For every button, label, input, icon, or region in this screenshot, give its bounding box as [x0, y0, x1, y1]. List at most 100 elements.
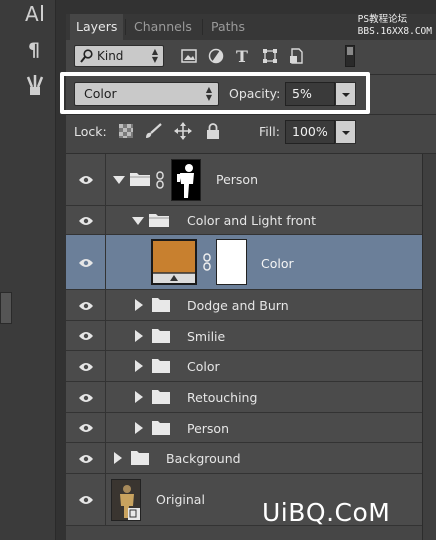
expand-arrow-icon[interactable]	[135, 299, 143, 311]
paragraph-icon[interactable]: ¶	[22, 36, 48, 62]
mask-thumbnail[interactable]	[216, 239, 247, 285]
folder-icon	[148, 212, 170, 232]
eye-icon	[78, 296, 94, 315]
fill-input[interactable]: 100%	[285, 120, 335, 144]
layers-panel: Layers Channels Paths PS教程论坛 BBS.16XX8.C…	[60, 14, 436, 540]
expand-arrow-icon[interactable]	[135, 422, 143, 434]
layer-name: Dodge and Burn	[187, 298, 289, 313]
visibility-toggle[interactable]	[66, 443, 106, 473]
svg-text:¶: ¶	[28, 39, 40, 61]
visibility-toggle[interactable]	[66, 235, 106, 289]
visibility-toggle[interactable]	[66, 351, 106, 381]
layer-row[interactable]: Person	[66, 154, 422, 206]
tab-layers[interactable]: Layers	[70, 14, 124, 40]
eye-icon	[78, 449, 94, 468]
panel-tab-bar: Layers Channels Paths PS教程论坛 BBS.16XX8.C…	[66, 14, 436, 40]
fill-label: Fill:	[259, 124, 280, 139]
layer-name: Color	[261, 256, 294, 271]
fill-dropdown-button[interactable]	[335, 120, 356, 144]
watermark-line-2: BBS.16XX8.COM	[357, 26, 432, 37]
lock-position-icon[interactable]	[174, 122, 192, 140]
filter-kind-select[interactable]: Kind ▲ ▼	[74, 45, 164, 67]
folder-icon	[151, 389, 171, 409]
folder-icon	[151, 328, 171, 348]
tab-channels[interactable]: Channels	[128, 14, 198, 40]
expand-arrow-icon[interactable]	[135, 391, 143, 403]
visibility-toggle[interactable]	[66, 474, 106, 525]
lock-transparent-icon[interactable]	[117, 122, 135, 140]
eye-icon	[78, 418, 94, 437]
visibility-toggle[interactable]	[66, 321, 106, 350]
lock-label: Lock:	[74, 124, 107, 139]
brush-presets-icon[interactable]	[22, 72, 48, 98]
highlight-frame	[60, 72, 370, 114]
eye-icon	[78, 253, 94, 272]
chain-link-icon[interactable]	[156, 171, 164, 193]
layer-name: Person	[216, 172, 259, 187]
expand-arrow-icon[interactable]	[135, 360, 143, 372]
photo-thumbnail[interactable]	[111, 479, 141, 521]
visibility-toggle[interactable]	[66, 290, 106, 320]
type-tool-icon[interactable]: A	[22, 0, 48, 26]
smart-object-filter-icon[interactable]	[288, 47, 306, 65]
eye-icon	[78, 170, 94, 189]
svg-text:A: A	[25, 2, 39, 25]
layer-name: Background	[166, 451, 241, 466]
mask-thumbnail[interactable]	[171, 159, 201, 201]
expand-arrow-icon[interactable]	[132, 217, 144, 225]
image-filter-icon[interactable]	[180, 47, 198, 65]
filter-toggle-switch[interactable]	[345, 45, 355, 67]
layer-row[interactable]: Color	[66, 351, 422, 382]
svg-text:T: T	[236, 48, 248, 64]
folder-icon	[151, 297, 171, 317]
lock-all-icon[interactable]	[204, 122, 222, 140]
tool-strip-scrollbar[interactable]	[0, 292, 12, 324]
search-icon	[80, 49, 93, 69]
type-filter-icon[interactable]: T	[234, 47, 252, 65]
tab-divider	[125, 19, 126, 35]
expand-arrow-icon[interactable]	[114, 452, 122, 464]
filter-kind-label: Kind	[97, 49, 124, 63]
tab-paths[interactable]: Paths	[205, 14, 251, 40]
watermark-line-1: PS教程论坛	[357, 14, 408, 25]
lock-image-icon[interactable]	[144, 122, 162, 140]
chain-link-icon[interactable]	[203, 253, 211, 275]
layer-name: Original	[156, 492, 205, 507]
visibility-toggle[interactable]	[66, 206, 106, 234]
eye-icon	[78, 388, 94, 407]
layer-name: Retouching	[187, 390, 258, 405]
chevron-down-icon	[342, 131, 350, 135]
layer-row[interactable]: Background	[66, 443, 422, 474]
layer-row[interactable]: Smilie	[66, 321, 422, 351]
folder-icon	[151, 420, 171, 440]
watermark: PS教程论坛 BBS.16XX8.COM	[358, 14, 432, 38]
visibility-toggle[interactable]	[66, 413, 106, 442]
tab-divider	[202, 19, 203, 35]
expand-arrow-icon[interactable]	[135, 330, 143, 342]
eye-icon	[78, 326, 94, 345]
layer-name: Color	[187, 359, 220, 374]
folder-icon	[129, 171, 151, 191]
divider	[66, 114, 436, 115]
layer-name: Smilie	[187, 329, 226, 344]
folder-icon	[130, 450, 150, 470]
visibility-toggle[interactable]	[66, 154, 106, 205]
adjustment-filter-icon[interactable]	[207, 47, 225, 65]
visibility-toggle[interactable]	[66, 382, 106, 412]
updown-icon: ▲ ▼	[151, 47, 158, 64]
shape-filter-icon[interactable]	[261, 47, 279, 65]
layer-row[interactable]: Retouching	[66, 382, 422, 413]
layer-row[interactable]: Color and Light front	[66, 206, 422, 235]
layer-row[interactable]: Dodge and Burn	[66, 290, 422, 321]
layer-name: Color and Light front	[187, 213, 317, 228]
folder-icon	[151, 358, 171, 378]
layer-row[interactable]: Person	[66, 413, 422, 443]
eye-icon	[78, 490, 94, 509]
layer-name: Person	[187, 421, 230, 436]
fill-thumbnail[interactable]	[151, 239, 197, 285]
eye-icon	[78, 211, 94, 230]
expand-arrow-icon[interactable]	[113, 176, 125, 184]
layer-row-selected[interactable]: Color	[66, 235, 422, 290]
layer-list-scrollbar[interactable]	[422, 154, 436, 540]
tool-strip: A ¶	[0, 0, 56, 540]
